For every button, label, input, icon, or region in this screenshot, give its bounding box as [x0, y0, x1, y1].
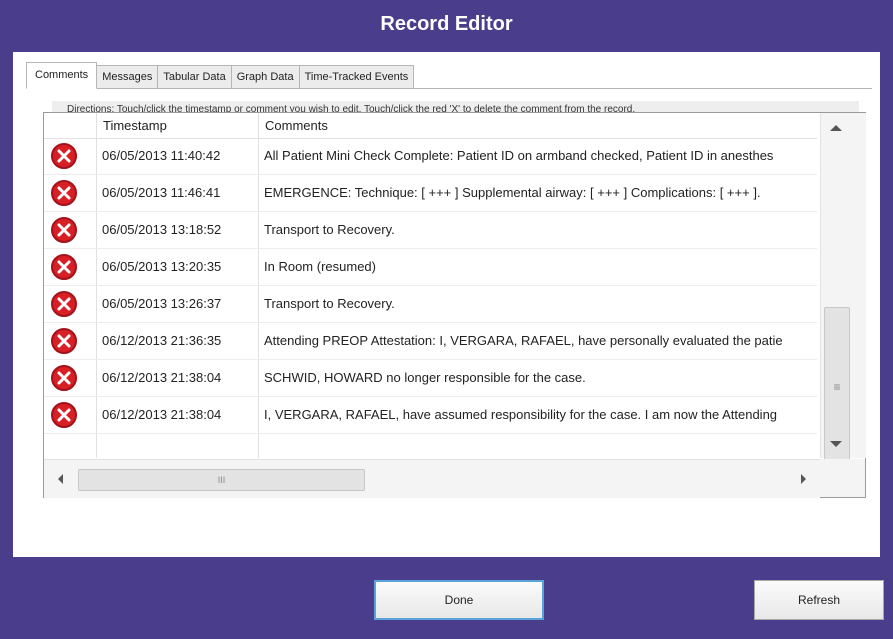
comment-cell[interactable]: Attending PREOP Attestation: I, VERGARA,…: [264, 323, 816, 359]
delete-column-header: [44, 113, 96, 138]
vertical-scrollbar[interactable]: ≡: [820, 113, 866, 481]
table-row: 06/05/2013 13:20:35 In Room (resumed): [44, 249, 817, 286]
comments-grid: Timestamp Comments 06/05/2013 11:40:42 A…: [43, 112, 866, 498]
tab-messages[interactable]: Messages: [97, 65, 159, 89]
tab-comments[interactable]: Comments: [26, 62, 98, 89]
table-row: 06/12/2013 21:38:04 I, VERGARA, RAFAEL, …: [44, 397, 817, 434]
timestamp-cell[interactable]: 06/05/2013 11:46:41: [102, 175, 254, 211]
timestamp-cell[interactable]: 06/05/2013 13:18:52: [102, 212, 254, 248]
timestamp-cell[interactable]: 06/12/2013 21:38:04: [102, 397, 254, 433]
timestamp-column-header[interactable]: Timestamp: [96, 113, 258, 138]
comment-cell[interactable]: I, VERGARA, RAFAEL, have assumed respons…: [264, 397, 816, 433]
tab-bar: Comments Messages Tabular Data Graph Dat…: [26, 62, 415, 89]
timestamp-cell[interactable]: 06/05/2013 11:40:42: [102, 138, 254, 174]
grid-rows: 06/05/2013 11:40:42 All Patient Mini Che…: [44, 138, 817, 434]
table-row: 06/05/2013 11:40:42 All Patient Mini Che…: [44, 138, 817, 175]
vertical-scroll-grip: ≡: [833, 380, 841, 394]
comment-cell[interactable]: In Room (resumed): [264, 249, 816, 285]
horizontal-scroll-thumb[interactable]: III: [78, 469, 365, 491]
timestamp-cell[interactable]: 06/12/2013 21:36:35: [102, 323, 254, 359]
timestamp-cell[interactable]: 06/05/2013 13:20:35: [102, 249, 254, 285]
table-row: 06/12/2013 21:36:35 Attending PREOP Atte…: [44, 323, 817, 360]
refresh-button[interactable]: Refresh: [754, 580, 884, 620]
scroll-up-arrow-icon[interactable]: [821, 113, 866, 139]
window-title: Record Editor: [380, 13, 513, 35]
comment-cell[interactable]: Transport to Recovery.: [264, 286, 816, 322]
scroll-left-arrow-icon[interactable]: [50, 469, 72, 489]
delete-x-icon[interactable]: [51, 365, 77, 391]
delete-x-icon[interactable]: [51, 143, 77, 169]
table-row: 06/12/2013 21:38:04 SCHWID, HOWARD no lo…: [44, 360, 817, 397]
delete-x-icon[interactable]: [51, 328, 77, 354]
timestamp-cell[interactable]: 06/12/2013 21:38:04: [102, 360, 254, 396]
table-row: 06/05/2013 13:18:52 Transport to Recover…: [44, 212, 817, 249]
tab-tabular-data[interactable]: Tabular Data: [158, 65, 232, 89]
scroll-down-arrow-icon[interactable]: [821, 431, 866, 457]
timestamp-cell[interactable]: 06/05/2013 13:26:37: [102, 286, 254, 322]
comment-cell[interactable]: EMERGENCE: Technique: [ +++ ] Supplement…: [264, 175, 816, 211]
comments-column-header[interactable]: Comments: [258, 113, 817, 138]
delete-x-icon[interactable]: [51, 180, 77, 206]
delete-x-icon[interactable]: [51, 291, 77, 317]
done-button[interactable]: Done: [374, 580, 544, 620]
horizontal-scrollbar[interactable]: III: [44, 459, 820, 498]
scrollbar-corner: [820, 459, 865, 497]
tab-time-tracked-events[interactable]: Time-Tracked Events: [299, 65, 415, 89]
comment-cell[interactable]: All Patient Mini Check Complete: Patient…: [264, 138, 816, 174]
comment-cell[interactable]: Transport to Recovery.: [264, 212, 816, 248]
grid-header: Timestamp Comments: [44, 113, 817, 139]
table-row: 06/05/2013 11:46:41 EMERGENCE: Technique…: [44, 175, 817, 212]
comment-cell[interactable]: SCHWID, HOWARD no longer responsible for…: [264, 360, 816, 396]
table-row: 06/05/2013 13:26:37 Transport to Recover…: [44, 286, 817, 323]
delete-x-icon[interactable]: [51, 217, 77, 243]
scroll-right-arrow-icon[interactable]: [792, 469, 814, 489]
tab-graph-data[interactable]: Graph Data: [231, 65, 300, 89]
delete-x-icon[interactable]: [51, 254, 77, 280]
delete-x-icon[interactable]: [51, 402, 77, 428]
